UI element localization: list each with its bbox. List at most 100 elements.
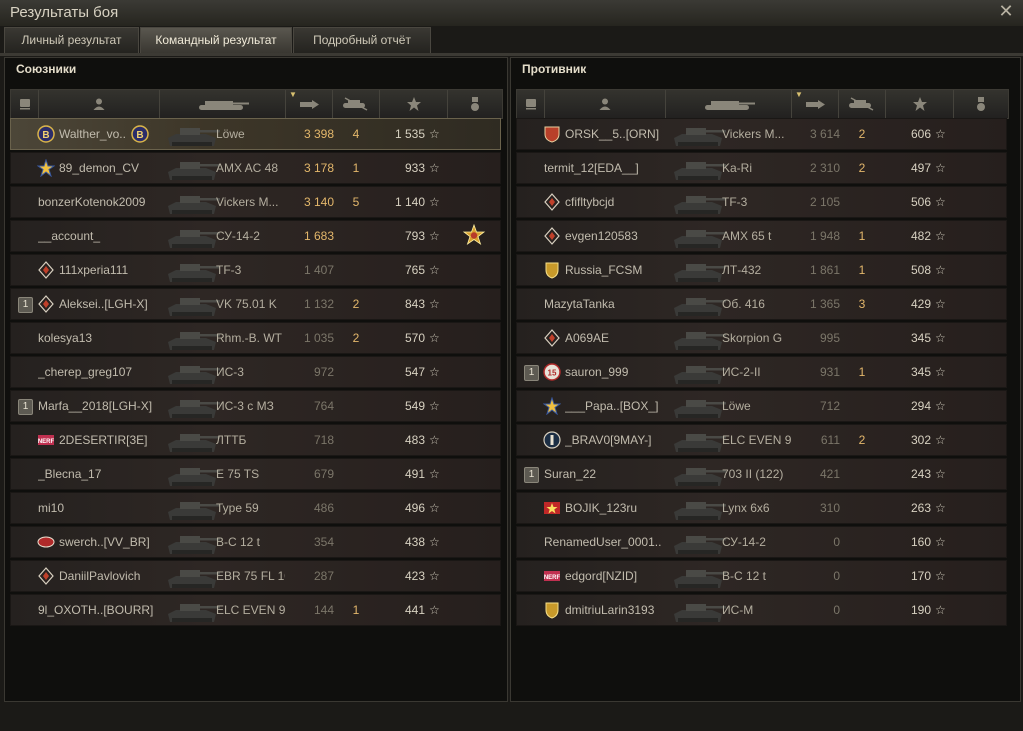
- xp-star-icon: ☆: [429, 263, 440, 277]
- column-xp-star-icon[interactable]: [380, 90, 448, 118]
- table-row[interactable]: evgen120583 AMX 65 t 1 948 1 482 ☆: [516, 220, 1007, 252]
- column-player-icon[interactable]: [39, 90, 160, 118]
- damage-value: 764: [313, 399, 334, 413]
- close-icon[interactable]: ✕: [997, 2, 1015, 20]
- column-kills-icon[interactable]: [839, 90, 886, 118]
- clan-diamond-icon: [37, 295, 55, 313]
- table-row[interactable]: ORSK__5..[ORN] Vickers M... 3 614 2 606 ☆: [516, 118, 1007, 150]
- svg-text:15: 15: [548, 369, 557, 378]
- player-name: ORSK__5..[ORN]: [565, 127, 660, 141]
- player-name: swerch..[VV_BR]: [59, 535, 150, 549]
- tank-name: AMX 65 t: [722, 229, 772, 243]
- table-row[interactable]: A069AE Skorpion G 995 345 ☆: [516, 322, 1007, 354]
- svg-text:NERF: NERF: [38, 439, 55, 445]
- table-row[interactable]: BOJIK_123ru Lynx 6x6 310 263 ☆: [516, 492, 1007, 524]
- kills-value: 2: [858, 127, 866, 141]
- xp-star-icon: ☆: [935, 399, 946, 413]
- svg-text:B: B: [42, 130, 49, 141]
- table-row[interactable]: DaniilPavlovich EBR 75 FL 10 287 423 ☆: [10, 560, 501, 592]
- kills-value: [333, 255, 379, 285]
- player-name: Suran_22: [544, 467, 597, 481]
- table-row[interactable]: Russia_FCSM ЛТ-432 1 861 1 508 ☆: [516, 254, 1007, 286]
- damage-value: 144: [313, 603, 334, 617]
- table-row[interactable]: dmitriuLarin3193 ИС-М 0 190 ☆: [516, 594, 1007, 626]
- xp-star-icon: ☆: [935, 433, 946, 447]
- damage-value: 1 132: [303, 297, 334, 311]
- tank-icon: [166, 428, 222, 454]
- player-icon: [93, 98, 105, 110]
- medal-icon: [471, 97, 479, 111]
- player-name: 9l_OXOTH..[BOURR]: [38, 603, 154, 617]
- xp-value: 423: [404, 569, 425, 583]
- clan-b-icon: B: [131, 125, 149, 143]
- column-damage-icon[interactable]: ▼: [792, 90, 839, 118]
- table-row[interactable]: mi10 Type 59 486 496 ☆: [10, 492, 501, 524]
- damage-value: 3 398: [303, 127, 334, 141]
- column-kills-icon[interactable]: [333, 90, 380, 118]
- kills-value: [839, 323, 885, 353]
- xp-star-icon: ☆: [935, 467, 946, 481]
- column-damage-icon[interactable]: ▼: [286, 90, 333, 118]
- table-row[interactable]: ___Papa..[BOX_] Löwe 712 294 ☆: [516, 390, 1007, 422]
- table-row[interactable]: kolesya13 Rhm.-B. WT 1 035 2 570 ☆: [10, 322, 501, 354]
- table-row[interactable]: 89_demon_CV AMX AC 48 3 178 1 933 ☆: [10, 152, 501, 184]
- column-player-icon[interactable]: [545, 90, 666, 118]
- xp-value: 345: [910, 331, 931, 345]
- damage-value: 310: [819, 501, 840, 515]
- table-row[interactable]: 1 15 sauron_999 ИС-2-II 931 1 345 ☆: [516, 356, 1007, 388]
- table-row[interactable]: _BRAV0[9MAY-] ELC EVEN 90 611 2 302 ☆: [516, 424, 1007, 456]
- table-row[interactable]: _Blecna_17 E 75 TS 679 491 ☆: [10, 458, 501, 490]
- column-tank-icon[interactable]: [666, 90, 792, 118]
- medal-icon[interactable]: [462, 223, 486, 248]
- enemies-header: ▼: [516, 89, 1009, 119]
- table-row[interactable]: NERF 2DESERTIR[3E] ЛТТБ 718 483 ☆: [10, 424, 501, 456]
- table-row[interactable]: 1 Marfa__2018[LGH-X] ИС-3 с МЗ 764 549 ☆: [10, 390, 501, 422]
- clan-gold-icon: [543, 261, 561, 279]
- column-tank-icon[interactable]: [160, 90, 286, 118]
- column-xp-star-icon[interactable]: [886, 90, 954, 118]
- table-row[interactable]: _cherep_greg107 ИС-3 972 547 ☆: [10, 356, 501, 388]
- xp-value: 345: [910, 365, 931, 379]
- xp-value: 483: [404, 433, 425, 447]
- damage-value: 1 407: [303, 263, 334, 277]
- table-row[interactable]: MazytaTanka Об. 416 1 365 3 429 ☆: [516, 288, 1007, 320]
- table-row[interactable]: 1 Suran_22 703 II (122) 421 243 ☆: [516, 458, 1007, 490]
- damage-value: 1 683: [303, 229, 334, 243]
- kills-value: 5: [352, 195, 360, 209]
- table-row[interactable]: 1 Aleksei..[LGH-X] VK 75.01 K 1 132 2 843 ☆: [10, 288, 501, 320]
- table-row[interactable]: NERF edgord[NZID] B-C 12 t 0 170 ☆: [516, 560, 1007, 592]
- table-row[interactable]: __account_ СУ-14-2 1 683 793 ☆: [10, 220, 501, 252]
- window-titlebar: Результаты боя ✕: [0, 0, 1023, 26]
- tank-icon: [166, 564, 222, 590]
- table-row[interactable]: cfifltybcjd TF-3 2 105 506 ☆: [516, 186, 1007, 218]
- xp-value: 547: [404, 365, 425, 379]
- player-name: __account_: [38, 229, 101, 243]
- column-platoon-icon[interactable]: [11, 90, 39, 118]
- tank-name: ИС-3 с МЗ: [216, 399, 274, 413]
- table-row[interactable]: termit_12[EDA__] Ka-Ri 2 310 2 497 ☆: [516, 152, 1007, 184]
- kills-value: 1: [352, 603, 360, 617]
- kills-value: 1: [858, 229, 866, 243]
- tank-name: Type 59: [216, 501, 259, 515]
- tab-detailed-report[interactable]: Подробный отчёт: [293, 27, 431, 53]
- clan-shield-icon: [543, 125, 561, 143]
- column-platoon-icon[interactable]: [517, 90, 545, 118]
- allies-title: Союзники: [16, 62, 77, 76]
- table-row[interactable]: 9l_OXOTH..[BOURR] ELC EVEN 90 144 1 441 ☆: [10, 594, 501, 626]
- tab-team-result[interactable]: Командный результат: [140, 27, 292, 53]
- xp-value: 570: [404, 331, 425, 345]
- table-row[interactable]: bonzerKotenok2009 Vickers M... 3 140 5 1 140…: [10, 186, 501, 218]
- kills-value: [333, 425, 379, 455]
- tank-icon: [672, 530, 728, 556]
- table-row[interactable]: B Walther_vo.. B Löwe 3 398 4 1 535 ☆: [10, 118, 501, 150]
- tab-personal-result[interactable]: Личный результат: [4, 27, 139, 53]
- xp-value: 497: [910, 161, 931, 175]
- table-row[interactable]: swerch..[VV_BR] B-C 12 t 354 438 ☆: [10, 526, 501, 558]
- table-row[interactable]: RenamedUser_0001.. СУ-14-2 0 160 ☆: [516, 526, 1007, 558]
- clan-b-icon: B: [37, 125, 55, 143]
- column-medal-icon[interactable]: [448, 90, 502, 118]
- table-row[interactable]: 111xperia111 TF-3 1 407 765 ☆: [10, 254, 501, 286]
- platoon-icon: [19, 99, 30, 110]
- column-medal-icon[interactable]: [954, 90, 1008, 118]
- tank-name: Lynx 6x6: [722, 501, 770, 515]
